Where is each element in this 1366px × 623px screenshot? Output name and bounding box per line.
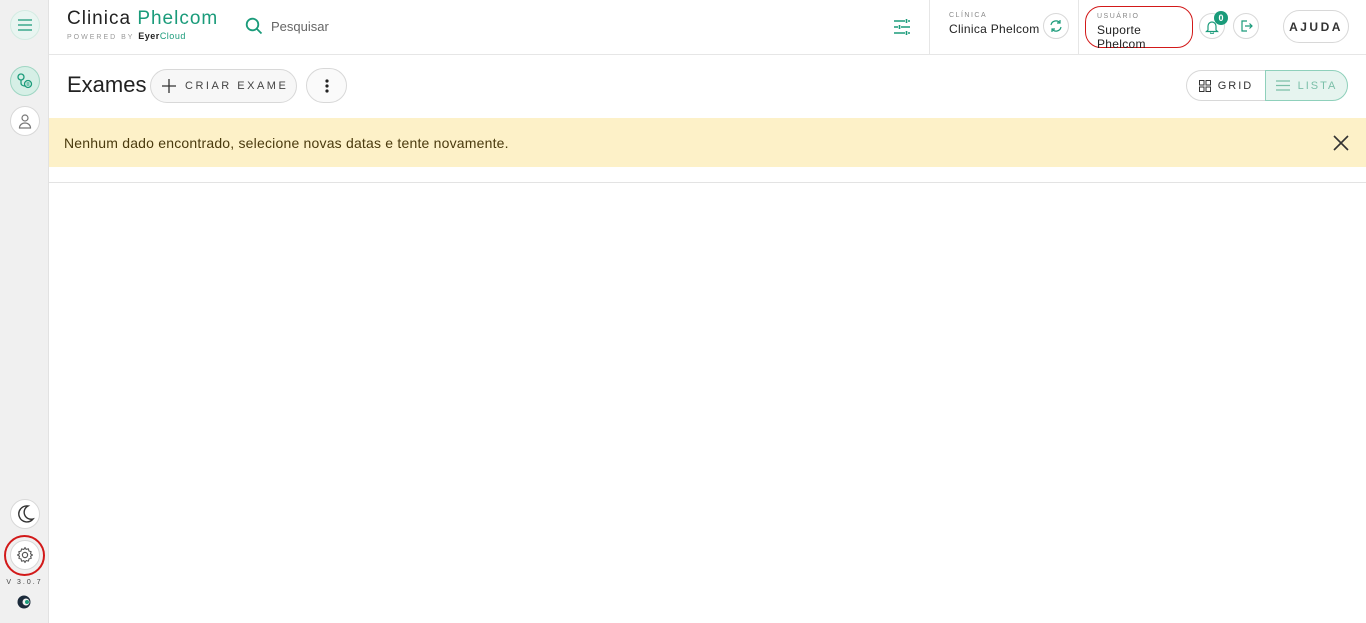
powered-brand-2: Cloud bbox=[159, 31, 186, 41]
sidebar-item-patients[interactable] bbox=[10, 106, 40, 136]
clinic-label: CLÍNICA bbox=[949, 12, 988, 19]
top-header: Clinica Phelcom POWERED BY EyerCloud Pes… bbox=[49, 0, 1366, 55]
view-list-label: LISTA bbox=[1297, 79, 1338, 92]
settings-button[interactable] bbox=[10, 540, 40, 570]
view-toggle: GRID LISTA bbox=[1186, 70, 1348, 101]
no-data-alert: Nenhum dado encontrado, selecione novas … bbox=[49, 118, 1366, 167]
app-title-part1: Clinica bbox=[67, 8, 132, 29]
view-grid-label: GRID bbox=[1217, 79, 1254, 92]
close-icon[interactable] bbox=[1332, 134, 1350, 152]
user-label: USUÁRIO bbox=[1097, 13, 1140, 20]
powered-by: POWERED BY EyerCloud bbox=[67, 31, 218, 41]
search-icon bbox=[245, 17, 263, 35]
powered-by-label: POWERED BY bbox=[67, 34, 135, 41]
patients-icon bbox=[18, 114, 32, 129]
version-label: V 3.0.7 bbox=[6, 579, 43, 586]
more-options-button[interactable] bbox=[306, 68, 347, 103]
view-list-button[interactable]: LISTA bbox=[1265, 70, 1348, 101]
notification-badge: 0 bbox=[1214, 11, 1228, 25]
sidebar-item-exams[interactable] bbox=[10, 66, 40, 96]
user-menu[interactable]: USUÁRIO Suporte Phelcom bbox=[1085, 6, 1193, 51]
sync-button[interactable] bbox=[1043, 13, 1069, 39]
alert-message: Nenhum dado encontrado, selecione novas … bbox=[64, 135, 509, 151]
gear-icon bbox=[16, 546, 34, 564]
exams-icon bbox=[17, 73, 33, 89]
clinic-name: Clinica Phelcom bbox=[949, 22, 1040, 36]
content-divider bbox=[49, 182, 1366, 183]
powered-brand-1: Eyer bbox=[138, 31, 160, 41]
view-grid-button[interactable]: GRID bbox=[1186, 70, 1265, 101]
moon-icon bbox=[18, 505, 35, 523]
user-name: Suporte Phelcom bbox=[1097, 23, 1146, 51]
menu-icon bbox=[18, 19, 32, 31]
menu-button[interactable] bbox=[10, 10, 40, 40]
header-divider bbox=[1078, 0, 1079, 55]
sidebar: V 3.0.7 bbox=[0, 0, 49, 623]
filter-sliders-icon bbox=[894, 19, 910, 35]
help-button[interactable]: AJUDA bbox=[1283, 10, 1349, 43]
more-vertical-icon bbox=[324, 78, 329, 93]
brand-logo-icon bbox=[17, 595, 31, 609]
logout-icon bbox=[1241, 20, 1253, 32]
search-box[interactable]: Pesquisar bbox=[245, 17, 329, 35]
refresh-icon bbox=[1050, 20, 1062, 32]
create-exam-label: CRIAR EXAME bbox=[185, 80, 289, 92]
plus-icon bbox=[162, 79, 176, 93]
page-title: Exames bbox=[67, 72, 147, 97]
app-title-part2: Phelcom bbox=[137, 8, 219, 29]
create-exam-button[interactable]: CRIAR EXAME bbox=[150, 69, 297, 103]
dark-mode-button[interactable] bbox=[10, 499, 40, 529]
search-input[interactable]: Pesquisar bbox=[271, 19, 329, 34]
header-divider bbox=[929, 0, 930, 55]
grid-icon bbox=[1198, 79, 1211, 92]
filter-button[interactable] bbox=[892, 17, 912, 42]
app-logo[interactable]: Clinica Phelcom POWERED BY EyerCloud bbox=[67, 8, 218, 41]
clinic-selector[interactable]: CLÍNICA Clinica Phelcom bbox=[949, 12, 1040, 36]
logout-button[interactable] bbox=[1233, 13, 1259, 39]
app-title: Clinica Phelcom bbox=[67, 8, 218, 30]
list-icon bbox=[1275, 80, 1290, 91]
